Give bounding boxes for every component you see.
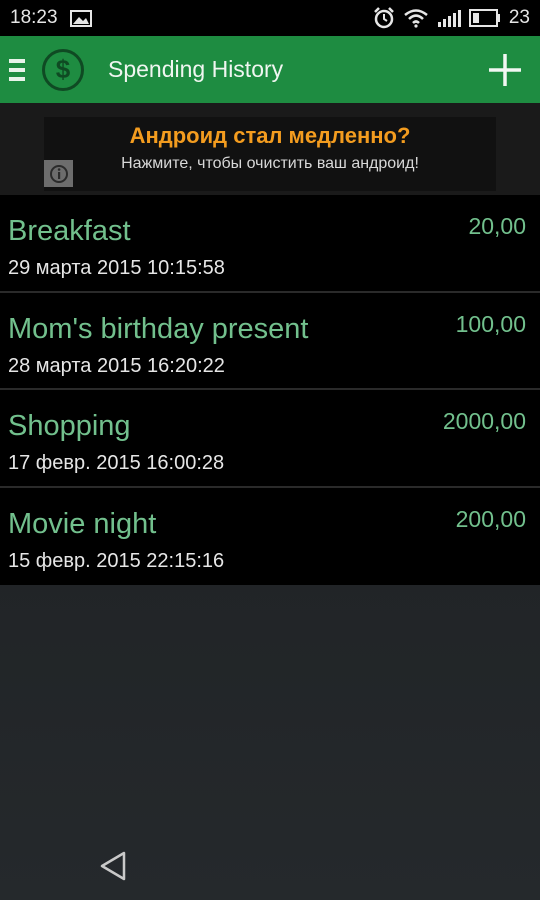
battery-level: 23 — [508, 7, 530, 28]
item-title: Breakfast — [8, 215, 131, 247]
item-amount: 200,00 — [455, 505, 526, 532]
item-title: Movie night — [8, 507, 157, 540]
dollar-logo-icon[interactable]: $ — [42, 48, 84, 91]
spending-list: Breakfast 29 марта 2015 10:15:58 20,00 M… — [0, 195, 540, 585]
item-amount: 2000,00 — [442, 408, 526, 434]
battery-icon — [468, 9, 500, 27]
item-date: 29 марта 2015 10:15:58 — [8, 257, 225, 279]
item-date: 17 февр. 2015 16:00:28 — [8, 452, 225, 474]
ad-content[interactable]: Андроид стал медленно? Нажмите, чтобы оч… — [44, 117, 496, 191]
item-title: Mom's birthday present — [8, 312, 309, 345]
list-item[interactable]: Movie night 15 февр. 2015 22:15:16 200,0… — [0, 487, 540, 585]
ad-subtitle: Нажмите, чтобы очистить ваш андроид! — [121, 155, 419, 172]
list-item[interactable]: Shopping 17 февр. 2015 16:00:28 2000,00 — [0, 390, 540, 488]
item-amount: 100,00 — [455, 310, 526, 337]
ad-title: Андроид стал медленно? — [129, 123, 411, 148]
image-icon — [69, 9, 92, 27]
add-spending-button[interactable] — [470, 36, 540, 103]
item-amount: 20,00 — [468, 213, 526, 239]
status-time: 18:23 — [10, 7, 58, 28]
page-title: Spending History — [108, 56, 284, 82]
wifi-icon — [404, 9, 428, 28]
item-title: Shopping — [8, 410, 131, 442]
ad-banner[interactable]: Андроид стал медленно? Нажмите, чтобы оч… — [0, 103, 540, 195]
app-bar: $ Spending History — [0, 36, 540, 103]
back-nav-icon[interactable] — [98, 850, 128, 882]
drawer-menu-icon[interactable] — [9, 58, 25, 81]
item-date: 15 февр. 2015 22:15:16 — [8, 549, 225, 572]
ad-info-icon[interactable] — [44, 160, 73, 187]
item-date: 28 марта 2015 16:20:22 — [8, 354, 225, 377]
info-icon — [49, 164, 68, 183]
signal-icon — [437, 10, 461, 27]
alarm-icon — [373, 7, 394, 29]
list-item[interactable]: Breakfast 29 марта 2015 10:15:58 20,00 — [0, 195, 540, 293]
status-bar: 18:23 23 — [0, 0, 540, 36]
status-right: 23 — [373, 7, 530, 29]
plus-icon — [489, 53, 521, 86]
status-left: 18:23 — [10, 7, 92, 29]
list-item[interactable]: Mom's birthday present 28 марта 2015 16:… — [0, 292, 540, 390]
